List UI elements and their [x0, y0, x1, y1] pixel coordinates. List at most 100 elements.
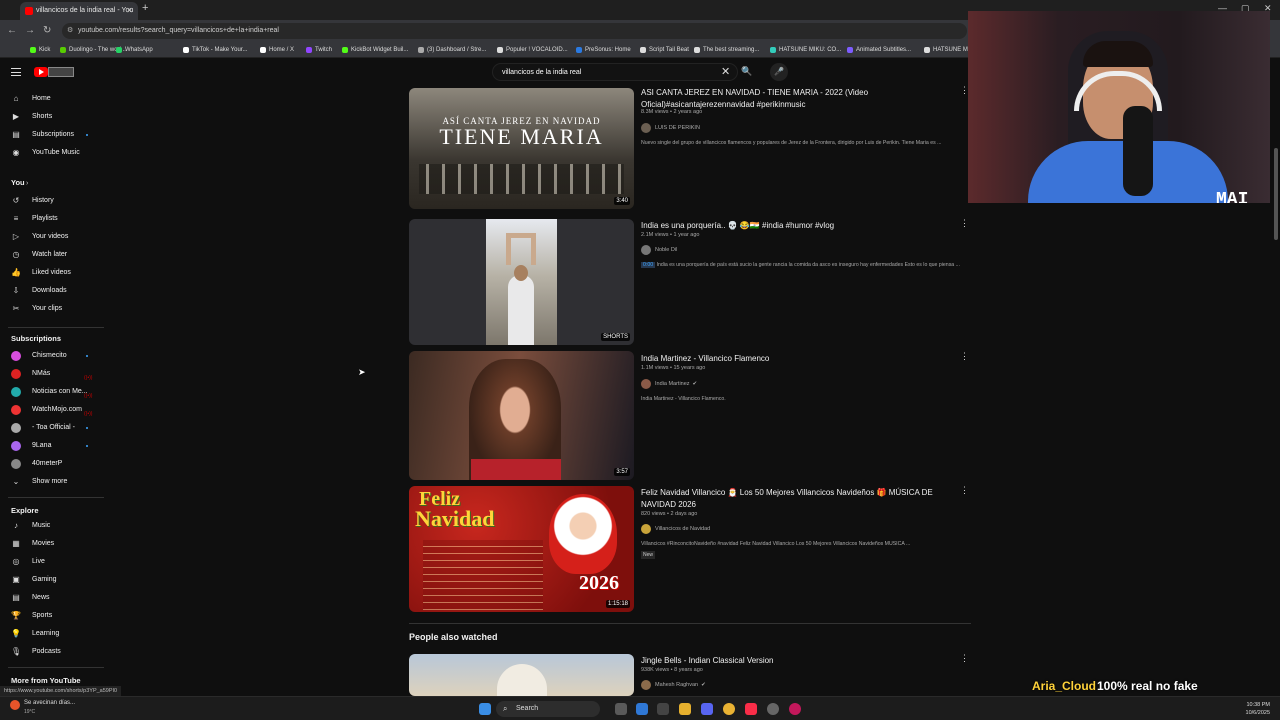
subscription-item[interactable]: 9Lana — [0, 439, 120, 453]
bookmark-item[interactable]: PreSonus: Home — [576, 42, 631, 58]
clear-search-icon[interactable]: ✕ — [721, 65, 730, 78]
bookmark-item[interactable]: Home / X — [260, 42, 294, 58]
sidebar-item-your-clips[interactable]: ✂ Your clips — [0, 302, 120, 316]
more-actions-icon[interactable]: ⋮ — [960, 485, 969, 496]
search-input[interactable]: villancicos de la india real — [492, 63, 738, 81]
search-icon[interactable]: 🔍 — [741, 66, 752, 77]
bookmark-item[interactable]: TikTok - Make Your... — [183, 42, 247, 58]
video-thumbnail[interactable] — [409, 654, 634, 696]
channel-link[interactable]: Mahesh Raghvan ✔ — [641, 680, 706, 690]
sidebar-item-learning[interactable]: 💡 Learning — [0, 627, 120, 641]
subscriptions-heading[interactable]: Subscriptions — [11, 334, 61, 343]
video-title[interactable]: India es una porquería.. 💀 😂🇮🇳 #india #h… — [641, 220, 956, 232]
sidebar-item-music[interactable]: ♪ Music — [0, 519, 120, 533]
show-more-button[interactable]: ⌄ Show more — [0, 475, 120, 489]
subscription-item[interactable]: WatchMojo.com ((•)) — [0, 403, 120, 417]
downloads-icon: ⇩ — [12, 286, 20, 295]
forward-icon[interactable]: → — [25, 25, 35, 36]
close-tab-icon[interactable]: ✕ — [126, 2, 133, 20]
more-from-youtube-heading[interactable]: More from YouTube — [11, 676, 81, 685]
subscription-name: Chismecito — [32, 352, 67, 359]
sidebar-item-podcasts[interactable]: 🎙 Podcasts — [0, 645, 120, 659]
browser-tab[interactable]: villancicos de la india real - You ✕ — [20, 2, 138, 20]
new-tab-icon[interactable]: + — [142, 2, 148, 14]
menu-icon[interactable] — [11, 68, 21, 76]
sidebar-item-watch-later[interactable]: ◷ Watch later — [0, 248, 120, 262]
sidebar-item-live[interactable]: ◎ Live — [0, 555, 120, 569]
bookmark-item[interactable]: (3) Dashboard / Stre... — [418, 42, 486, 58]
chrome-icon[interactable] — [723, 703, 735, 715]
sidebar-item-downloads[interactable]: ⇩ Downloads — [0, 284, 120, 298]
sidebar-item-gaming[interactable]: ▣ Gaming — [0, 573, 120, 587]
channel-name: LUIS DE PERIKIN — [655, 125, 700, 131]
more-actions-icon[interactable]: ⋮ — [960, 351, 969, 362]
bookmark-item[interactable]: Twitch — [306, 42, 332, 58]
discord-icon[interactable] — [701, 703, 713, 715]
sidebar-item-youtube-music[interactable]: ◉ YouTube Music — [0, 146, 120, 160]
app-icon[interactable] — [657, 703, 669, 715]
bookmark-item[interactable]: KickBot Widget Buil... — [342, 42, 408, 58]
video-title[interactable]: India Martinez - Villancico Flamenco — [641, 353, 956, 365]
explore-heading[interactable]: Explore — [11, 506, 39, 515]
video-thumbnail[interactable]: 3:57 — [409, 351, 634, 480]
subscription-item[interactable]: 40meterP — [0, 457, 120, 471]
task-view-icon[interactable] — [615, 703, 627, 715]
sidebar-item-sports[interactable]: 🏆 Sports — [0, 609, 120, 623]
youtube-logo-icon[interactable] — [34, 67, 48, 77]
weather-text[interactable]: Se avecinan días... — [24, 700, 75, 706]
microphone-icon[interactable]: 🎤 — [770, 63, 788, 81]
clock[interactable]: 10:38 PM 10/6/2025 — [1246, 701, 1270, 717]
subscription-item[interactable]: - Toa Official - — [0, 421, 120, 435]
bookmark-item[interactable]: Animated Subtitles... — [847, 42, 911, 58]
video-title[interactable]: ASI CANTA JEREZ EN NAVIDAD - TIENE MARIA… — [641, 87, 956, 110]
you-chevron-icon[interactable]: › — [26, 180, 28, 187]
chatgpt-icon[interactable] — [767, 703, 779, 715]
reload-icon[interactable]: ↻ — [43, 25, 51, 36]
music-app-icon[interactable] — [745, 703, 757, 715]
sidebar-item-subscriptions[interactable]: ▤ Subscriptions — [0, 128, 120, 142]
channel-link[interactable]: Noble Dil — [641, 245, 677, 255]
windows-start-icon[interactable] — [479, 703, 491, 715]
channel-link[interactable]: India Martinez ✔ — [641, 379, 697, 389]
weather-icon[interactable] — [10, 700, 20, 710]
app-icon[interactable] — [789, 703, 801, 715]
file-explorer-icon[interactable] — [679, 703, 691, 715]
sidebar-item-your-videos[interactable]: ▷ Your videos — [0, 230, 120, 244]
address-bar[interactable]: ⚙ youtube.com/results?search_query=villa… — [62, 23, 967, 39]
sidebar-item-movies[interactable]: ▦ Movies — [0, 537, 120, 551]
status-url: https://www.youtube.com/shorts/p3YP_a59P… — [0, 686, 122, 696]
taskbar-search[interactable]: ⌕ Search — [496, 701, 600, 717]
you-heading[interactable]: You — [11, 178, 25, 187]
video-thumbnail[interactable]: ASÍ CANTA JEREZ EN NAVIDAD TIENE MARIA 3… — [409, 88, 634, 209]
sidebar-item-history[interactable]: ↺ History — [0, 194, 120, 208]
video-title[interactable]: Feliz Navidad Villancico 🎅 Los 50 Mejore… — [641, 487, 956, 510]
video-thumbnail[interactable]: Feliz Navidad 2026 1:15:18 — [409, 486, 634, 612]
bookmark-item[interactable]: HATSUNE MIKU: CO... — [770, 42, 841, 58]
scrollbar-thumb[interactable] — [1274, 148, 1278, 240]
sidebar-item-playlists[interactable]: ≡ Playlists — [0, 212, 120, 226]
bookmark-item[interactable]: Kick — [30, 42, 50, 58]
sidebar-item-shorts[interactable]: ▶ Shorts — [0, 110, 120, 124]
video-title[interactable]: Jingle Bells - Indian Classical Version — [641, 655, 956, 667]
bookmark-item[interactable]: HATSUNE MI — [924, 42, 970, 58]
channel-link[interactable]: LUIS DE PERIKIN — [641, 123, 700, 133]
sidebar-item-news[interactable]: ▤ News — [0, 591, 120, 605]
more-actions-icon[interactable]: ⋮ — [960, 218, 969, 229]
bookmark-item[interactable]: Populer ! VOCALOID... — [497, 42, 568, 58]
channel-link[interactable]: Villancicos de Navidad — [641, 524, 710, 534]
more-actions-icon[interactable]: ⋮ — [960, 653, 969, 664]
back-icon[interactable]: ← — [7, 25, 17, 36]
site-info-icon[interactable]: ⚙ — [67, 23, 73, 39]
subscription-item[interactable]: Chismecito — [0, 349, 120, 363]
video-thumbnail[interactable]: SHORTS — [409, 219, 634, 345]
subscription-item[interactable]: NMás ((•)) — [0, 367, 120, 381]
subscription-item[interactable]: Noticias con Me... ((•)) — [0, 385, 120, 399]
chapter-badge[interactable]: 0:00 — [641, 262, 656, 268]
bookmark-item[interactable]: WhatsApp — [116, 42, 153, 58]
sidebar-item-liked-videos[interactable]: 👍 Liked videos — [0, 266, 120, 280]
bookmark-item[interactable]: Script Tail Beat — [640, 42, 689, 58]
outlook-icon[interactable] — [636, 703, 648, 715]
bookmark-item[interactable]: The best streaming... — [694, 42, 759, 58]
subscriptions-chevron-icon[interactable]: › — [58, 335, 60, 342]
sidebar-item-home[interactable]: ⌂ Home — [0, 92, 120, 106]
